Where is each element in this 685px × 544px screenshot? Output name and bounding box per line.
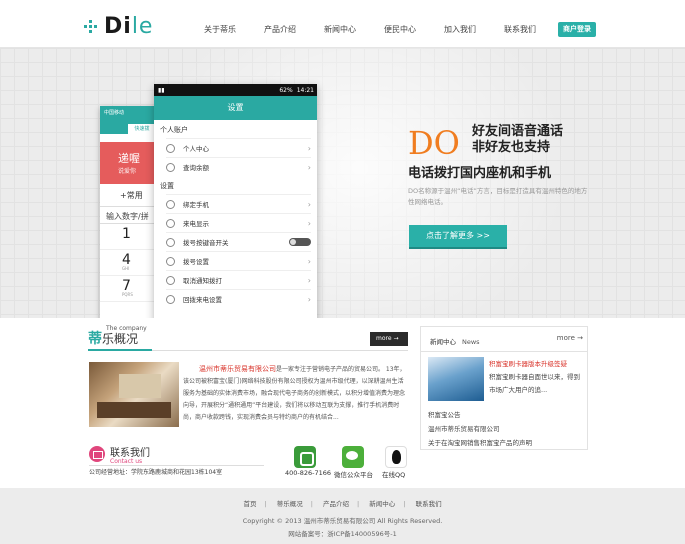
- promo-subheadline: 电话拨打国内座机和手机: [408, 166, 552, 181]
- nav-news[interactable]: 新闻中心: [310, 24, 370, 35]
- company-description: 温州市蒂乐贸易有限公司是一家专注于营销电子产品的贸易公司。 13年，该公司被积富…: [183, 365, 406, 421]
- promo-description: DO名称源于温州“电话”方言，目标是打造具有温州特色的地方性网络电话。: [408, 187, 588, 206]
- front-phone-mockup: ▮▮ 62% 14:21 设置 个人账户 个人中心 › 查询余额 › 设置 绑定手机…: [154, 84, 317, 318]
- phone-menu-item: 拨号设置 ›: [166, 251, 311, 270]
- news-link[interactable]: 关于在淘宝网销售积富宝产品的声明: [428, 437, 532, 447]
- nav-products[interactable]: 产品介绍: [250, 24, 310, 35]
- footer-link-home[interactable]: 首页: [243, 500, 256, 508]
- dial-icon: [166, 256, 175, 266]
- company-name-highlight[interactable]: 温州市蒂乐贸易有限公司: [199, 365, 276, 373]
- back-phone-tab: 快速拨: [128, 124, 156, 134]
- company-more-button[interactable]: more →: [370, 332, 408, 346]
- chevron-right-icon: ›: [307, 199, 311, 209]
- news-link[interactable]: 积富宝公告: [428, 409, 461, 419]
- main-nav: 关于蒂乐 产品介绍 新闻中心 便民中心 加入我们 联系我们: [190, 24, 550, 35]
- footer-link-news[interactable]: 新闻中心: [369, 500, 395, 508]
- footer-nav: 首页 | 蒂乐概况 | 产品介绍 | 新闻中心 | 联系我们: [243, 500, 442, 508]
- contact-title: 联系我们: [110, 448, 150, 459]
- user-icon: [166, 143, 175, 153]
- phone-menu-item: 取消通知拨打 ›: [166, 270, 311, 289]
- chevron-right-icon: ›: [307, 218, 311, 228]
- promo-headline: 好友间语音通话 非好友也支持: [472, 124, 564, 155]
- phone-section-personal: 个人账户: [160, 126, 188, 134]
- footer-link-company[interactable]: 蒂乐概况: [277, 500, 303, 508]
- logo-cross-icon: [84, 19, 98, 34]
- contact-wechat[interactable]: 微信公众平台: [334, 469, 373, 479]
- phone-menu-item: 绑定手机 ›: [166, 194, 311, 213]
- phone-status-bar: ▮▮ 62% 14:21: [154, 84, 317, 96]
- qq-icon[interactable]: [385, 446, 407, 468]
- phone-menu-item: 回拨来电设置 ›: [166, 289, 311, 308]
- site-footer: 首页 | 蒂乐概况 | 产品介绍 | 新闻中心 | 联系我们 Copyright © 2…: [0, 488, 685, 544]
- cancel-icon: [166, 275, 175, 285]
- company-title-en: The company: [106, 325, 147, 332]
- phone-time: 14:21: [296, 86, 314, 94]
- footer-link-contact[interactable]: 联系我们: [416, 500, 442, 508]
- footer-link-products[interactable]: 产品介绍: [323, 500, 349, 508]
- news-panel: 新闻中心 News more → 积富宝刷卡器版本升级签疑 积富宝刷卡器自面世以来…: [420, 326, 588, 450]
- nav-contact[interactable]: 联系我们: [490, 24, 550, 35]
- news-title: 新闻中心 News: [430, 338, 480, 346]
- sound-icon: [166, 237, 175, 247]
- signal-icon: ▮▮: [158, 86, 165, 94]
- contact-qq[interactable]: 在线QQ: [382, 469, 405, 479]
- nav-about[interactable]: 关于蒂乐: [190, 24, 250, 35]
- contact-address: 公司经营地址：学院东路鹿城商和花园13栋104室: [89, 469, 223, 476]
- phone-menu-item: 拨号按键音开关: [166, 232, 311, 251]
- phone-menu-item: 个人中心 ›: [166, 138, 311, 157]
- phone-settings-title: 设置: [154, 96, 317, 120]
- footer-icp: 网站备案号：浙ICP备14000596号-1: [288, 530, 397, 538]
- phone-section-settings: 设置: [160, 182, 174, 190]
- battery-level: 62%: [279, 86, 293, 94]
- back-phone-key: 1: [100, 224, 160, 250]
- back-phone-status: 中国移动: [104, 110, 125, 116]
- contact-title-en: Contact us: [110, 458, 143, 465]
- promo-do-logo: DO: [408, 124, 460, 162]
- news-thumbnail[interactable]: [428, 357, 484, 401]
- phone-menu-item: 来电显示 ›: [166, 213, 311, 232]
- back-phone-input: 输入数字/拼: [100, 206, 160, 224]
- phone-icon[interactable]: [294, 446, 316, 468]
- wechat-icon[interactable]: [342, 446, 364, 468]
- site-header: Dile 关于蒂乐 产品介绍 新闻中心 便民中心 加入我们 联系我们 商户登录: [0, 0, 685, 48]
- back-phone-key: 7 PQRS: [100, 276, 160, 302]
- learn-more-button[interactable]: 点击了解更多 >>: [409, 225, 507, 247]
- contact-phone[interactable]: 400-826-7166: [285, 469, 331, 477]
- nav-services[interactable]: 便民中心: [370, 24, 430, 35]
- news-headline[interactable]: 积富宝刷卡器版本升级签疑: [489, 358, 567, 368]
- hero-banner: 中国移动 快速拨 递喔 说爱你 +常用 输入数字/拼 1 4 GHI 7 PQRS …: [0, 48, 685, 318]
- chevron-right-icon: ›: [307, 275, 311, 285]
- chevron-right-icon: ›: [307, 294, 311, 304]
- news-more-link[interactable]: more →: [557, 334, 583, 342]
- site-logo[interactable]: Dile: [84, 14, 153, 39]
- merchant-login-button[interactable]: 商户登录: [558, 22, 596, 37]
- back-phone-red-card: 递喔 说爱你: [100, 142, 160, 184]
- chevron-right-icon: ›: [307, 162, 311, 172]
- toggle-switch: [289, 238, 311, 246]
- back-phone-common: +常用: [120, 191, 143, 200]
- back-phone-mockup: 中国移动 快速拨 递喔 说爱你 +常用 输入数字/拼 1 4 GHI 7 PQRS: [100, 106, 160, 318]
- phone-menu-item: 查询余额 ›: [166, 157, 311, 176]
- chevron-right-icon: ›: [307, 256, 311, 266]
- callback-icon: [166, 294, 175, 304]
- company-section-header: 蒂乐概况 The company: [88, 325, 408, 351]
- mail-icon: [89, 446, 105, 462]
- search-icon: [166, 162, 175, 172]
- footer-copyright: Copyright © 2013 温州市蒂乐贸易有限公司 All Rights …: [242, 517, 443, 525]
- company-office-image: [89, 362, 179, 427]
- chevron-right-icon: ›: [307, 143, 311, 153]
- news-summary: 积富宝刷卡器自面世以来，得到市场广大用户的追...: [489, 373, 580, 394]
- nav-join[interactable]: 加入我们: [430, 24, 490, 35]
- back-phone-key: 4 GHI: [100, 250, 160, 276]
- phone-icon: [166, 218, 175, 228]
- news-link[interactable]: 温州市蒂乐贸易有限公司: [428, 423, 500, 433]
- logo-text: Dile: [104, 14, 154, 39]
- link-icon: [166, 199, 175, 209]
